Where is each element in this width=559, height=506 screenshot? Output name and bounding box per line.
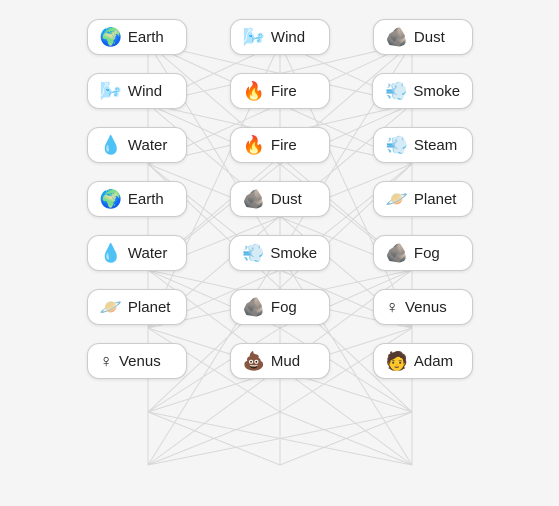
fog-1-label: Fog (414, 245, 440, 262)
steam-1-label: Steam (414, 137, 457, 154)
cell-r6c3: ♀ Venus (351, 284, 494, 330)
venus-1-label: Venus (405, 299, 447, 316)
card-venus-1[interactable]: ♀ Venus (373, 289, 473, 325)
card-wind-2[interactable]: 🌬️ Wind (87, 73, 187, 109)
planet-2-label: Planet (128, 299, 171, 316)
fog-2-label: Fog (271, 299, 297, 316)
cell-r3c2: 🔥 Fire (208, 122, 351, 168)
water-1-label: Water (128, 137, 167, 154)
adam-1-label: Adam (414, 353, 453, 370)
cell-r1c3: 🪨 Dust (351, 14, 494, 60)
smoke-1-icon: 💨 (385, 82, 407, 100)
cell-r1c2: 🌬️ Wind (208, 14, 351, 60)
earth-1-label: Earth (128, 29, 164, 46)
fog-2-icon: 🪨 (243, 298, 265, 316)
card-planet-2[interactable]: 🪐 Planet (87, 289, 187, 325)
smoke-2-icon: 💨 (242, 244, 264, 262)
fog-1-icon: 🪨 (386, 244, 408, 262)
planet-1-icon: 🪐 (386, 190, 408, 208)
cell-r2c1: 🌬️ Wind (65, 68, 208, 114)
cell-r6c1: 🪐 Planet (65, 284, 208, 330)
earth-1-icon: 🌍 (100, 28, 122, 46)
card-smoke-2[interactable]: 💨 Smoke (229, 235, 330, 271)
planet-2-icon: 🪐 (100, 298, 122, 316)
smoke-1-label: Smoke (413, 83, 460, 100)
card-dust-1[interactable]: 🪨 Dust (373, 19, 473, 55)
card-earth-1[interactable]: 🌍 Earth (87, 19, 187, 55)
dust-1-label: Dust (414, 29, 445, 46)
mud-1-label: Mud (271, 353, 300, 370)
wind-1-label: Wind (271, 29, 305, 46)
card-venus-2[interactable]: ♀ Venus (87, 343, 187, 379)
steam-1-icon: 💨 (386, 136, 408, 154)
cell-r4c3: 🪐 Planet (351, 176, 494, 222)
card-steam-1[interactable]: 💨 Steam (373, 127, 473, 163)
cell-r2c2: 🔥 Fire (208, 68, 351, 114)
dust-2-label: Dust (271, 191, 302, 208)
card-planet-1[interactable]: 🪐 Planet (373, 181, 473, 217)
card-dust-2[interactable]: 🪨 Dust (230, 181, 330, 217)
fire-1-label: Fire (271, 83, 297, 100)
wind-2-label: Wind (128, 83, 162, 100)
wind-1-icon: 🌬️ (243, 28, 265, 46)
wind-2-icon: 🌬️ (100, 82, 122, 100)
card-water-2[interactable]: 💧 Water (87, 235, 187, 271)
water-2-icon: 💧 (100, 244, 122, 262)
card-mud-1[interactable]: 💩 Mud (230, 343, 330, 379)
cell-r6c2: 🪨 Fog (208, 284, 351, 330)
cell-r5c3: 🪨 Fog (351, 230, 494, 276)
cell-r5c2: 💨 Smoke (208, 230, 351, 276)
fire-1-icon: 🔥 (243, 82, 265, 100)
fire-2-icon: 🔥 (243, 136, 265, 154)
dust-1-icon: 🪨 (386, 28, 408, 46)
dust-2-icon: 🪨 (243, 190, 265, 208)
earth-2-icon: 🌍 (100, 190, 122, 208)
venus-2-label: Venus (119, 353, 161, 370)
smoke-2-label: Smoke (270, 245, 317, 262)
card-earth-2[interactable]: 🌍 Earth (87, 181, 187, 217)
card-fire-1[interactable]: 🔥 Fire (230, 73, 330, 109)
card-water-1[interactable]: 💧 Water (87, 127, 187, 163)
cell-r2c3: 💨 Smoke (351, 68, 494, 114)
cell-r5c1: 💧 Water (65, 230, 208, 276)
cell-r3c1: 💧 Water (65, 122, 208, 168)
cell-r7c3: 🧑 Adam (351, 338, 494, 384)
earth-2-label: Earth (128, 191, 164, 208)
card-fog-2[interactable]: 🪨 Fog (230, 289, 330, 325)
venus-1-icon: ♀ (386, 298, 400, 316)
cell-r1c1: 🌍 Earth (65, 14, 208, 60)
venus-2-icon: ♀ (100, 352, 114, 370)
cell-r4c1: 🌍 Earth (65, 176, 208, 222)
fire-2-label: Fire (271, 137, 297, 154)
card-wind-1[interactable]: 🌬️ Wind (230, 19, 330, 55)
card-smoke-1[interactable]: 💨 Smoke (372, 73, 473, 109)
cell-r7c2: 💩 Mud (208, 338, 351, 384)
cell-r4c2: 🪨 Dust (208, 176, 351, 222)
card-fog-1[interactable]: 🪨 Fog (373, 235, 473, 271)
card-fire-2[interactable]: 🔥 Fire (230, 127, 330, 163)
element-grid: 🌍 Earth 🌬️ Wind 🪨 Dust 🌬️ Wind 🔥 Fire 💨 … (0, 0, 559, 506)
water-1-icon: 💧 (100, 136, 122, 154)
cell-r7c1: ♀ Venus (65, 338, 208, 384)
water-2-label: Water (128, 245, 167, 262)
planet-1-label: Planet (414, 191, 457, 208)
adam-1-icon: 🧑 (386, 352, 408, 370)
card-adam-1[interactable]: 🧑 Adam (373, 343, 473, 379)
mud-1-icon: 💩 (243, 352, 265, 370)
cell-r3c3: 💨 Steam (351, 122, 494, 168)
